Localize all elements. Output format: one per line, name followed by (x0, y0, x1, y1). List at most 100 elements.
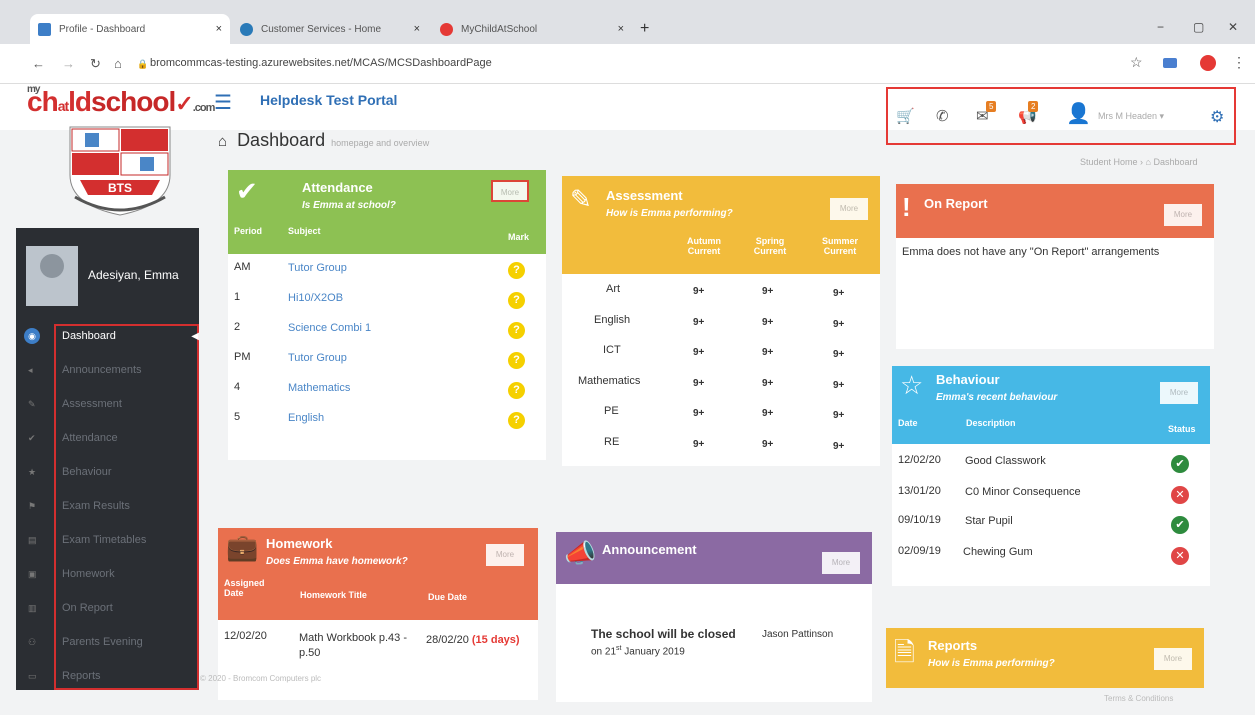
sidebar-item-attendance[interactable]: ✔ Attendance (16, 421, 199, 455)
subject-link[interactable]: Tutor Group (288, 262, 347, 274)
bookmark-star-icon[interactable]: ☆ (1130, 54, 1143, 71)
mail-icon[interactable]: ✉ 5 (976, 101, 997, 125)
student-name: Adesiyan, Emma (88, 268, 179, 282)
user-avatar-icon[interactable]: 👤 (1066, 101, 1091, 126)
logo-ch: ch (27, 86, 59, 117)
announcement-author: Jason Pattinson (762, 629, 834, 640)
column-header-due-date: Due Date (428, 592, 468, 602)
tab-mychildatschool[interactable]: MyChildAtSchool × (432, 14, 632, 44)
column-header-autumn: Autumn Current (687, 236, 721, 256)
subject-link[interactable]: Science Combi 1 (288, 322, 371, 334)
logo-school: school (91, 86, 176, 117)
sidebar-item-exam-timetables[interactable]: ▤ Exam Timetables (16, 523, 199, 557)
close-tab-icon[interactable]: × (618, 23, 624, 35)
behaviour-date: 13/01/20 (898, 485, 941, 497)
subject-link[interactable]: Tutor Group (288, 352, 347, 364)
assessment-more-button[interactable]: More (830, 198, 868, 220)
forward-icon[interactable]: → (62, 56, 75, 71)
sidebar-item-dashboard[interactable]: ◉ Dashboard ◀ (16, 319, 199, 353)
tab-customer-services[interactable]: Customer Services - Home × (232, 14, 428, 44)
announcement-date-rest: January 2019 (621, 646, 685, 658)
alerts-badge: 2 (1028, 101, 1039, 112)
maximize-button[interactable]: ▢ (1193, 20, 1204, 34)
grade-cell: 9+ (762, 378, 774, 389)
page-subtitle: homepage and overview (331, 138, 430, 148)
minimize-button[interactable]: − (1157, 20, 1164, 34)
period-cell: 4 (234, 381, 241, 393)
grade-cell: 9+ (833, 380, 845, 391)
browser-menu-icon[interactable]: ⋮ (1232, 54, 1246, 71)
sidebar-item-label: Exam Timetables (62, 534, 147, 546)
cart-icon[interactable]: 🛒 (896, 107, 915, 125)
user-menu[interactable]: Mrs M Headen ▾ (1098, 111, 1164, 122)
behaviour-card: ☆ Behaviour Emma's recent behaviour More… (892, 366, 1210, 586)
tab-favicon-icon (440, 22, 453, 36)
browser-window: Profile - Dashboard × Customer Services … (0, 0, 1255, 715)
sidebar-item-reports[interactable]: ▭ Reports (16, 659, 199, 693)
pencil-icon: ✎ (28, 398, 36, 409)
sidebar-item-parents-evening[interactable]: ⚇ Parents Evening (16, 625, 199, 659)
sidebar-item-assessment[interactable]: ✎ Assessment (16, 387, 199, 421)
homework-more-button[interactable]: More (486, 544, 524, 566)
extension-chat-icon[interactable] (1163, 58, 1177, 68)
page-title: ⌂ Dashboard homepage and overview (218, 130, 429, 151)
alerts-icon[interactable]: 📢 2 (1018, 101, 1039, 125)
subject-cell: English (594, 314, 631, 326)
reports-subtitle: How is Emma performing? (928, 658, 1055, 669)
briefcase-icon: 💼 (226, 532, 259, 562)
footer-terms-link[interactable]: Terms & Conditions (1104, 694, 1173, 703)
grade-cell: 9+ (833, 410, 845, 421)
reports-more-button[interactable]: More (1154, 648, 1192, 670)
settings-gear-icon[interactable]: ⚙ (1210, 107, 1224, 127)
new-tab-button[interactable]: + (640, 20, 649, 38)
homework-item-title[interactable]: Math Workbook p.43 - p.50 (299, 631, 417, 661)
breadcrumb[interactable]: Student Home › ⌂ Dashboard (1080, 157, 1198, 167)
document-icon: 🗎 (894, 637, 915, 667)
phone-icon[interactable]: ✆ (936, 107, 949, 125)
subject-link[interactable]: Hi10/X2OB (288, 292, 343, 304)
announcement-headline[interactable]: The school will be closed (591, 627, 736, 641)
check-icon: ✔ (28, 432, 36, 443)
column-header-status: Status (1168, 424, 1196, 434)
subject-link[interactable]: English (288, 412, 324, 424)
attendance-more-button[interactable]: More (491, 180, 529, 202)
behaviour-more-button[interactable]: More (1160, 382, 1198, 404)
megaphone-icon: 📣 (564, 538, 597, 568)
close-window-button[interactable]: ✕ (1228, 20, 1238, 34)
menu-toggle-icon[interactable]: ☰ (214, 90, 232, 115)
announcement-title: Announcement (602, 542, 697, 557)
subject-link[interactable]: Mathematics (288, 382, 350, 394)
sidebar-item-homework[interactable]: ▣ Homework (16, 557, 199, 591)
url-field[interactable]: bromcommcas-testing.azurewebsites.net/MC… (150, 57, 492, 69)
home-icon[interactable]: ⌂ (114, 56, 122, 71)
logo-com: .com (192, 102, 216, 114)
exclamation-icon: ! (902, 192, 911, 222)
student-profile[interactable]: Adesiyan, Emma (16, 228, 199, 318)
grade-cell: 9+ (693, 439, 705, 450)
sidebar-item-on-report[interactable]: ▥ On Report (16, 591, 199, 625)
grade-cell: 9+ (762, 439, 774, 450)
sidebar-item-behaviour[interactable]: ★ Behaviour (16, 455, 199, 489)
sidebar-item-label: Reports (62, 670, 101, 682)
on-report-card: ! On Report More Emma does not have any … (896, 184, 1214, 349)
reload-icon[interactable]: ↻ (90, 56, 101, 72)
grade-cell: 9+ (762, 408, 774, 419)
announcement-more-button[interactable]: More (822, 552, 860, 574)
column-header-summer: Summer Current (821, 236, 858, 256)
close-tab-icon[interactable]: × (216, 23, 222, 35)
mark-unknown-icon: ? (508, 292, 525, 309)
logo[interactable]: my chatldschool✓.com (27, 84, 216, 118)
sidebar-item-exam-results[interactable]: ⚑ Exam Results (16, 489, 199, 523)
assessment-card-header: ✎ Assessment How is Emma performing? Mor… (562, 176, 880, 274)
back-icon[interactable]: ← (32, 56, 45, 71)
tab-profile-dashboard[interactable]: Profile - Dashboard × (30, 14, 230, 44)
attendance-title: Attendance (302, 180, 373, 195)
sidebar-item-label: Announcements (62, 364, 142, 376)
grade-cell: 9+ (762, 347, 774, 358)
megaphone-icon: ◂ (28, 364, 33, 375)
on-report-more-button[interactable]: More (1164, 204, 1202, 226)
close-tab-icon[interactable]: × (414, 23, 420, 35)
sidebar-item-announcements[interactable]: ◂ Announcements (16, 353, 199, 387)
profile-avatar-icon[interactable] (1200, 55, 1216, 71)
period-cell: 5 (234, 411, 241, 423)
